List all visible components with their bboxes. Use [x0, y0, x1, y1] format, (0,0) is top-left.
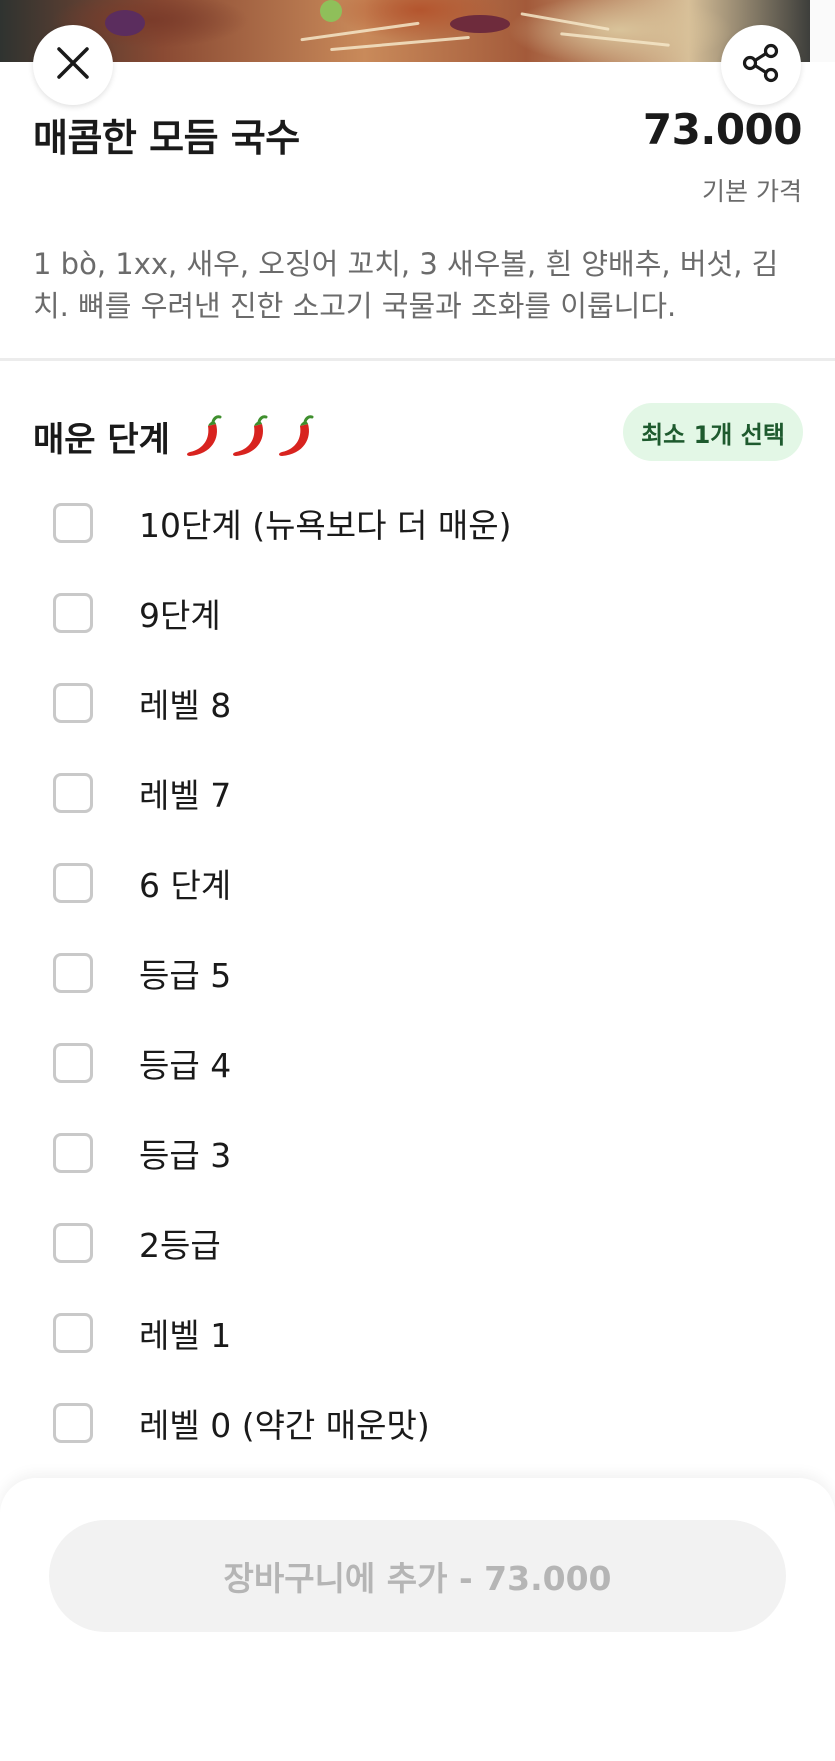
- option-label: 레벨 7: [139, 776, 232, 815]
- checkbox[interactable]: [53, 773, 93, 813]
- bottom-action-sheet: 장바구니에 추가 - 73.000: [0, 1478, 835, 1761]
- checkbox[interactable]: [53, 953, 93, 993]
- option-label: 9단계: [139, 596, 221, 635]
- product-image: [0, 0, 810, 62]
- checkbox[interactable]: [53, 863, 93, 903]
- section-divider: [0, 358, 835, 361]
- price-note: 기본 가격: [702, 177, 802, 206]
- spice-option-0[interactable]: 레벨 0 (약간 매운맛): [0, 1378, 835, 1468]
- spice-option-8[interactable]: 레벨 8: [0, 658, 835, 748]
- checkbox[interactable]: [53, 593, 93, 633]
- spice-option-1[interactable]: 레벨 1: [0, 1288, 835, 1378]
- product-description: 1 bò, 1xx, 새우, 오징어 꼬치, 3 새우볼, 흰 양배추, 버섯,…: [33, 247, 779, 323]
- checkbox[interactable]: [53, 1043, 93, 1083]
- option-label: 10단계 (뉴욕보다 더 매운): [139, 506, 512, 545]
- option-label: 레벨 1: [139, 1316, 232, 1355]
- option-label: 6 단계: [139, 866, 232, 905]
- spice-option-7[interactable]: 레벨 7: [0, 748, 835, 838]
- spice-option-10[interactable]: 10단계 (뉴욕보다 더 매운): [0, 478, 835, 568]
- close-button[interactable]: [33, 25, 113, 105]
- min-selection-badge: 최소 1개 선택: [623, 403, 803, 461]
- checkbox[interactable]: [53, 1223, 93, 1263]
- spice-section-title: 매운 단계: [33, 412, 318, 461]
- option-label: 등급 4: [139, 1046, 232, 1085]
- option-label: 등급 3: [139, 1136, 232, 1175]
- checkbox[interactable]: [53, 503, 93, 543]
- spice-option-5[interactable]: 등급 5: [0, 928, 835, 1018]
- spice-option-3[interactable]: 등급 3: [0, 1108, 835, 1198]
- close-icon: [55, 45, 91, 85]
- spice-option-6[interactable]: 6 단계: [0, 838, 835, 928]
- share-button[interactable]: [721, 25, 801, 105]
- spice-section-label: 매운 단계: [33, 420, 170, 460]
- spice-option-4[interactable]: 등급 4: [0, 1018, 835, 1108]
- chili-pepper-icon: [182, 414, 318, 460]
- option-label: 등급 5: [139, 956, 232, 995]
- share-icon: [741, 43, 781, 87]
- spice-option-9[interactable]: 9단계: [0, 568, 835, 658]
- option-label: 레벨 0 (약간 매운맛): [139, 1406, 430, 1445]
- product-title: 매콤한 모듬 국수: [33, 116, 300, 160]
- checkbox[interactable]: [53, 1403, 93, 1443]
- spice-option-2[interactable]: 2등급: [0, 1198, 835, 1288]
- checkbox[interactable]: [53, 683, 93, 723]
- add-to-cart-button[interactable]: 장바구니에 추가 - 73.000: [49, 1520, 786, 1632]
- checkbox[interactable]: [53, 1133, 93, 1173]
- product-price: 73.000: [642, 105, 803, 154]
- image-edge: [810, 0, 835, 62]
- option-label: 2등급: [139, 1226, 221, 1265]
- option-label: 레벨 8: [139, 686, 232, 725]
- checkbox[interactable]: [53, 1313, 93, 1353]
